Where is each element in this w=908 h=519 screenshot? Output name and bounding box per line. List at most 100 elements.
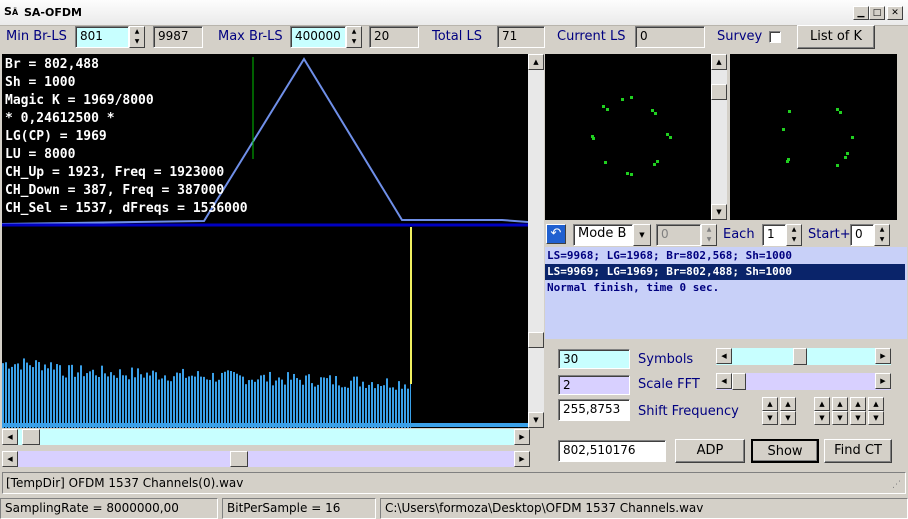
spectrum-bar bbox=[116, 377, 118, 428]
scroll-left-icon[interactable]: ◀ bbox=[2, 429, 18, 445]
spin-up-icon[interactable]: ▲ bbox=[787, 225, 801, 235]
adp-button[interactable]: ADP bbox=[675, 439, 745, 463]
spectrum-bar bbox=[62, 375, 64, 428]
spectrum-bar bbox=[35, 360, 37, 428]
max-br-spinner[interactable]: ▲ ▼ bbox=[346, 26, 362, 48]
scroll-right-icon[interactable]: ▶ bbox=[514, 429, 530, 445]
scope-vscrollbar[interactable]: ▲ ▼ bbox=[711, 54, 727, 220]
spin-down-icon[interactable]: ▼ bbox=[130, 37, 144, 47]
scroll-left-icon[interactable]: ◀ bbox=[2, 451, 18, 467]
spectrum-bar bbox=[230, 371, 232, 428]
undo-icon[interactable]: ↶ bbox=[546, 224, 566, 244]
plot-hscrollbar-2[interactable]: ◀ ▶ bbox=[2, 451, 530, 467]
maximize-button[interactable]: □ bbox=[869, 6, 885, 20]
hscroll-2-thumb[interactable] bbox=[230, 451, 248, 467]
list-of-k-button[interactable]: List of K bbox=[797, 25, 875, 49]
scroll-right-icon[interactable]: ▶ bbox=[875, 348, 891, 364]
scale-fft-slider[interactable]: ◀ ▶ bbox=[716, 373, 891, 390]
spin-up-icon[interactable]: ▲ bbox=[347, 27, 361, 37]
plot-vscrollbar[interactable]: ▲ ▼ bbox=[528, 54, 544, 428]
shift-down-icon[interactable]: ▼ bbox=[780, 411, 796, 425]
spectrum-bar bbox=[359, 386, 361, 428]
shift-up-icon[interactable]: ▲ bbox=[814, 397, 830, 411]
scroll-down-icon[interactable]: ▼ bbox=[711, 204, 727, 220]
each-input[interactable]: 1 bbox=[762, 224, 786, 246]
scroll-right-icon[interactable]: ▶ bbox=[875, 373, 891, 389]
spin-down-icon[interactable]: ▼ bbox=[875, 235, 889, 245]
symbols-slider[interactable]: ◀ ▶ bbox=[716, 348, 891, 365]
spin-up-icon[interactable]: ▲ bbox=[130, 27, 144, 37]
chevron-down-icon[interactable]: ▼ bbox=[633, 224, 651, 246]
plot-vscroll-thumb[interactable] bbox=[528, 332, 544, 348]
shift-frequency-input[interactable]: 255,8753 bbox=[558, 399, 630, 421]
shift-up-icon[interactable]: ▲ bbox=[780, 397, 796, 411]
spectrum-bar bbox=[380, 386, 382, 428]
scroll-left-icon[interactable]: ◀ bbox=[716, 373, 732, 389]
spectrum-bar bbox=[14, 364, 16, 428]
plot-hscrollbar-1[interactable]: ◀ ▶ bbox=[2, 429, 530, 445]
shift-down-icon[interactable]: ▼ bbox=[814, 411, 830, 425]
spectrum-bar bbox=[209, 379, 211, 428]
scroll-down-icon[interactable]: ▼ bbox=[528, 412, 544, 428]
scroll-up-icon[interactable]: ▲ bbox=[711, 54, 727, 70]
scroll-up-icon[interactable]: ▲ bbox=[528, 54, 544, 70]
shift-up-icon[interactable]: ▲ bbox=[832, 397, 848, 411]
shift-coarse-spinners[interactable]: ▲ ▲ ▲ ▲ ▼ ▼ ▼ ▼ bbox=[814, 397, 894, 425]
log-line[interactable]: LS=9968; LG=1968; Br=802,568; Sh=1000 bbox=[545, 248, 905, 264]
max-br-label: Max Br-LS bbox=[218, 29, 283, 44]
mode-select[interactable]: Mode B bbox=[573, 224, 633, 246]
info-line-sh: Sh = 1000 bbox=[5, 75, 76, 90]
result-field[interactable]: 802,510176 bbox=[558, 440, 666, 462]
spectrum-bar bbox=[407, 388, 409, 428]
spectrum-bar bbox=[194, 376, 196, 428]
shift-down-icon[interactable]: ▼ bbox=[868, 411, 884, 425]
min-br-spinner[interactable]: ▲ ▼ bbox=[129, 26, 145, 48]
spectrum-bar bbox=[353, 376, 355, 428]
shift-up-icon[interactable]: ▲ bbox=[850, 397, 866, 411]
spectrum-bar bbox=[38, 362, 40, 428]
minimize-button[interactable]: ▁ bbox=[853, 6, 869, 20]
symbols-slider-thumb[interactable] bbox=[792, 348, 807, 365]
show-button[interactable]: Show bbox=[751, 439, 819, 463]
spectrum-bar bbox=[149, 375, 151, 428]
hscroll-1-thumb[interactable] bbox=[22, 429, 40, 445]
spin-up-icon[interactable]: ▲ bbox=[875, 225, 889, 235]
each-spinner[interactable]: ▲ ▼ bbox=[786, 224, 802, 246]
start-input[interactable]: 0 bbox=[850, 224, 874, 246]
spectrum-bar bbox=[32, 367, 34, 428]
shift-down-icon[interactable]: ▼ bbox=[762, 411, 778, 425]
spectrum-bar bbox=[86, 373, 88, 428]
shift-down-icon[interactable]: ▼ bbox=[832, 411, 848, 425]
constellation-points-left bbox=[591, 96, 672, 176]
min-br-input[interactable]: 801 bbox=[75, 26, 129, 48]
log-line[interactable]: Normal finish, time 0 sec. bbox=[545, 280, 905, 296]
survey-checkbox[interactable] bbox=[769, 31, 781, 43]
spectrum-bar bbox=[197, 371, 199, 428]
result-log[interactable]: LS=9968; LG=1968; Br=802,568; Sh=1000 LS… bbox=[545, 247, 907, 339]
max-br-input[interactable]: 400000 bbox=[290, 26, 346, 48]
spectrum-bar bbox=[257, 379, 259, 428]
find-ct-button[interactable]: Find CT bbox=[824, 439, 892, 463]
spectrum-plot[interactable]: Br = 802,488 Sh = 1000 Magic K = 1969/80… bbox=[2, 54, 528, 428]
scroll-right-icon[interactable]: ▶ bbox=[514, 451, 530, 467]
scale-fft-slider-thumb[interactable] bbox=[732, 373, 746, 390]
status-file-path: C:\Users\formoza\Desktop\OFDM 1537 Chann… bbox=[380, 498, 908, 519]
spin-down-icon[interactable]: ▼ bbox=[787, 235, 801, 245]
spectrum-bar bbox=[164, 375, 166, 428]
spin-up-icon: ▲ bbox=[706, 226, 712, 233]
close-button[interactable]: ✕ bbox=[887, 6, 903, 20]
scope-vscroll-thumb[interactable] bbox=[711, 84, 727, 100]
scale-fft-input[interactable]: 2 bbox=[558, 375, 630, 395]
shift-up-icon[interactable]: ▲ bbox=[868, 397, 884, 411]
app-icon[interactable]: SÄ bbox=[4, 4, 22, 20]
spin-down-icon[interactable]: ▼ bbox=[347, 37, 361, 47]
shift-up-icon[interactable]: ▲ bbox=[762, 397, 778, 411]
spectrum-bar bbox=[299, 379, 301, 428]
log-line-selected[interactable]: LS=9969; LG=1969; Br=802,488; Sh=1000 bbox=[545, 264, 905, 280]
resize-grip-icon[interactable]: ⋰ bbox=[892, 480, 904, 492]
scroll-left-icon[interactable]: ◀ bbox=[716, 348, 732, 364]
shift-down-icon[interactable]: ▼ bbox=[850, 411, 866, 425]
shift-fine-spinners[interactable]: ▲ ▲ ▼ ▼ bbox=[762, 397, 798, 425]
start-spinner[interactable]: ▲ ▼ bbox=[874, 224, 890, 246]
symbols-input[interactable]: 30 bbox=[558, 349, 630, 369]
